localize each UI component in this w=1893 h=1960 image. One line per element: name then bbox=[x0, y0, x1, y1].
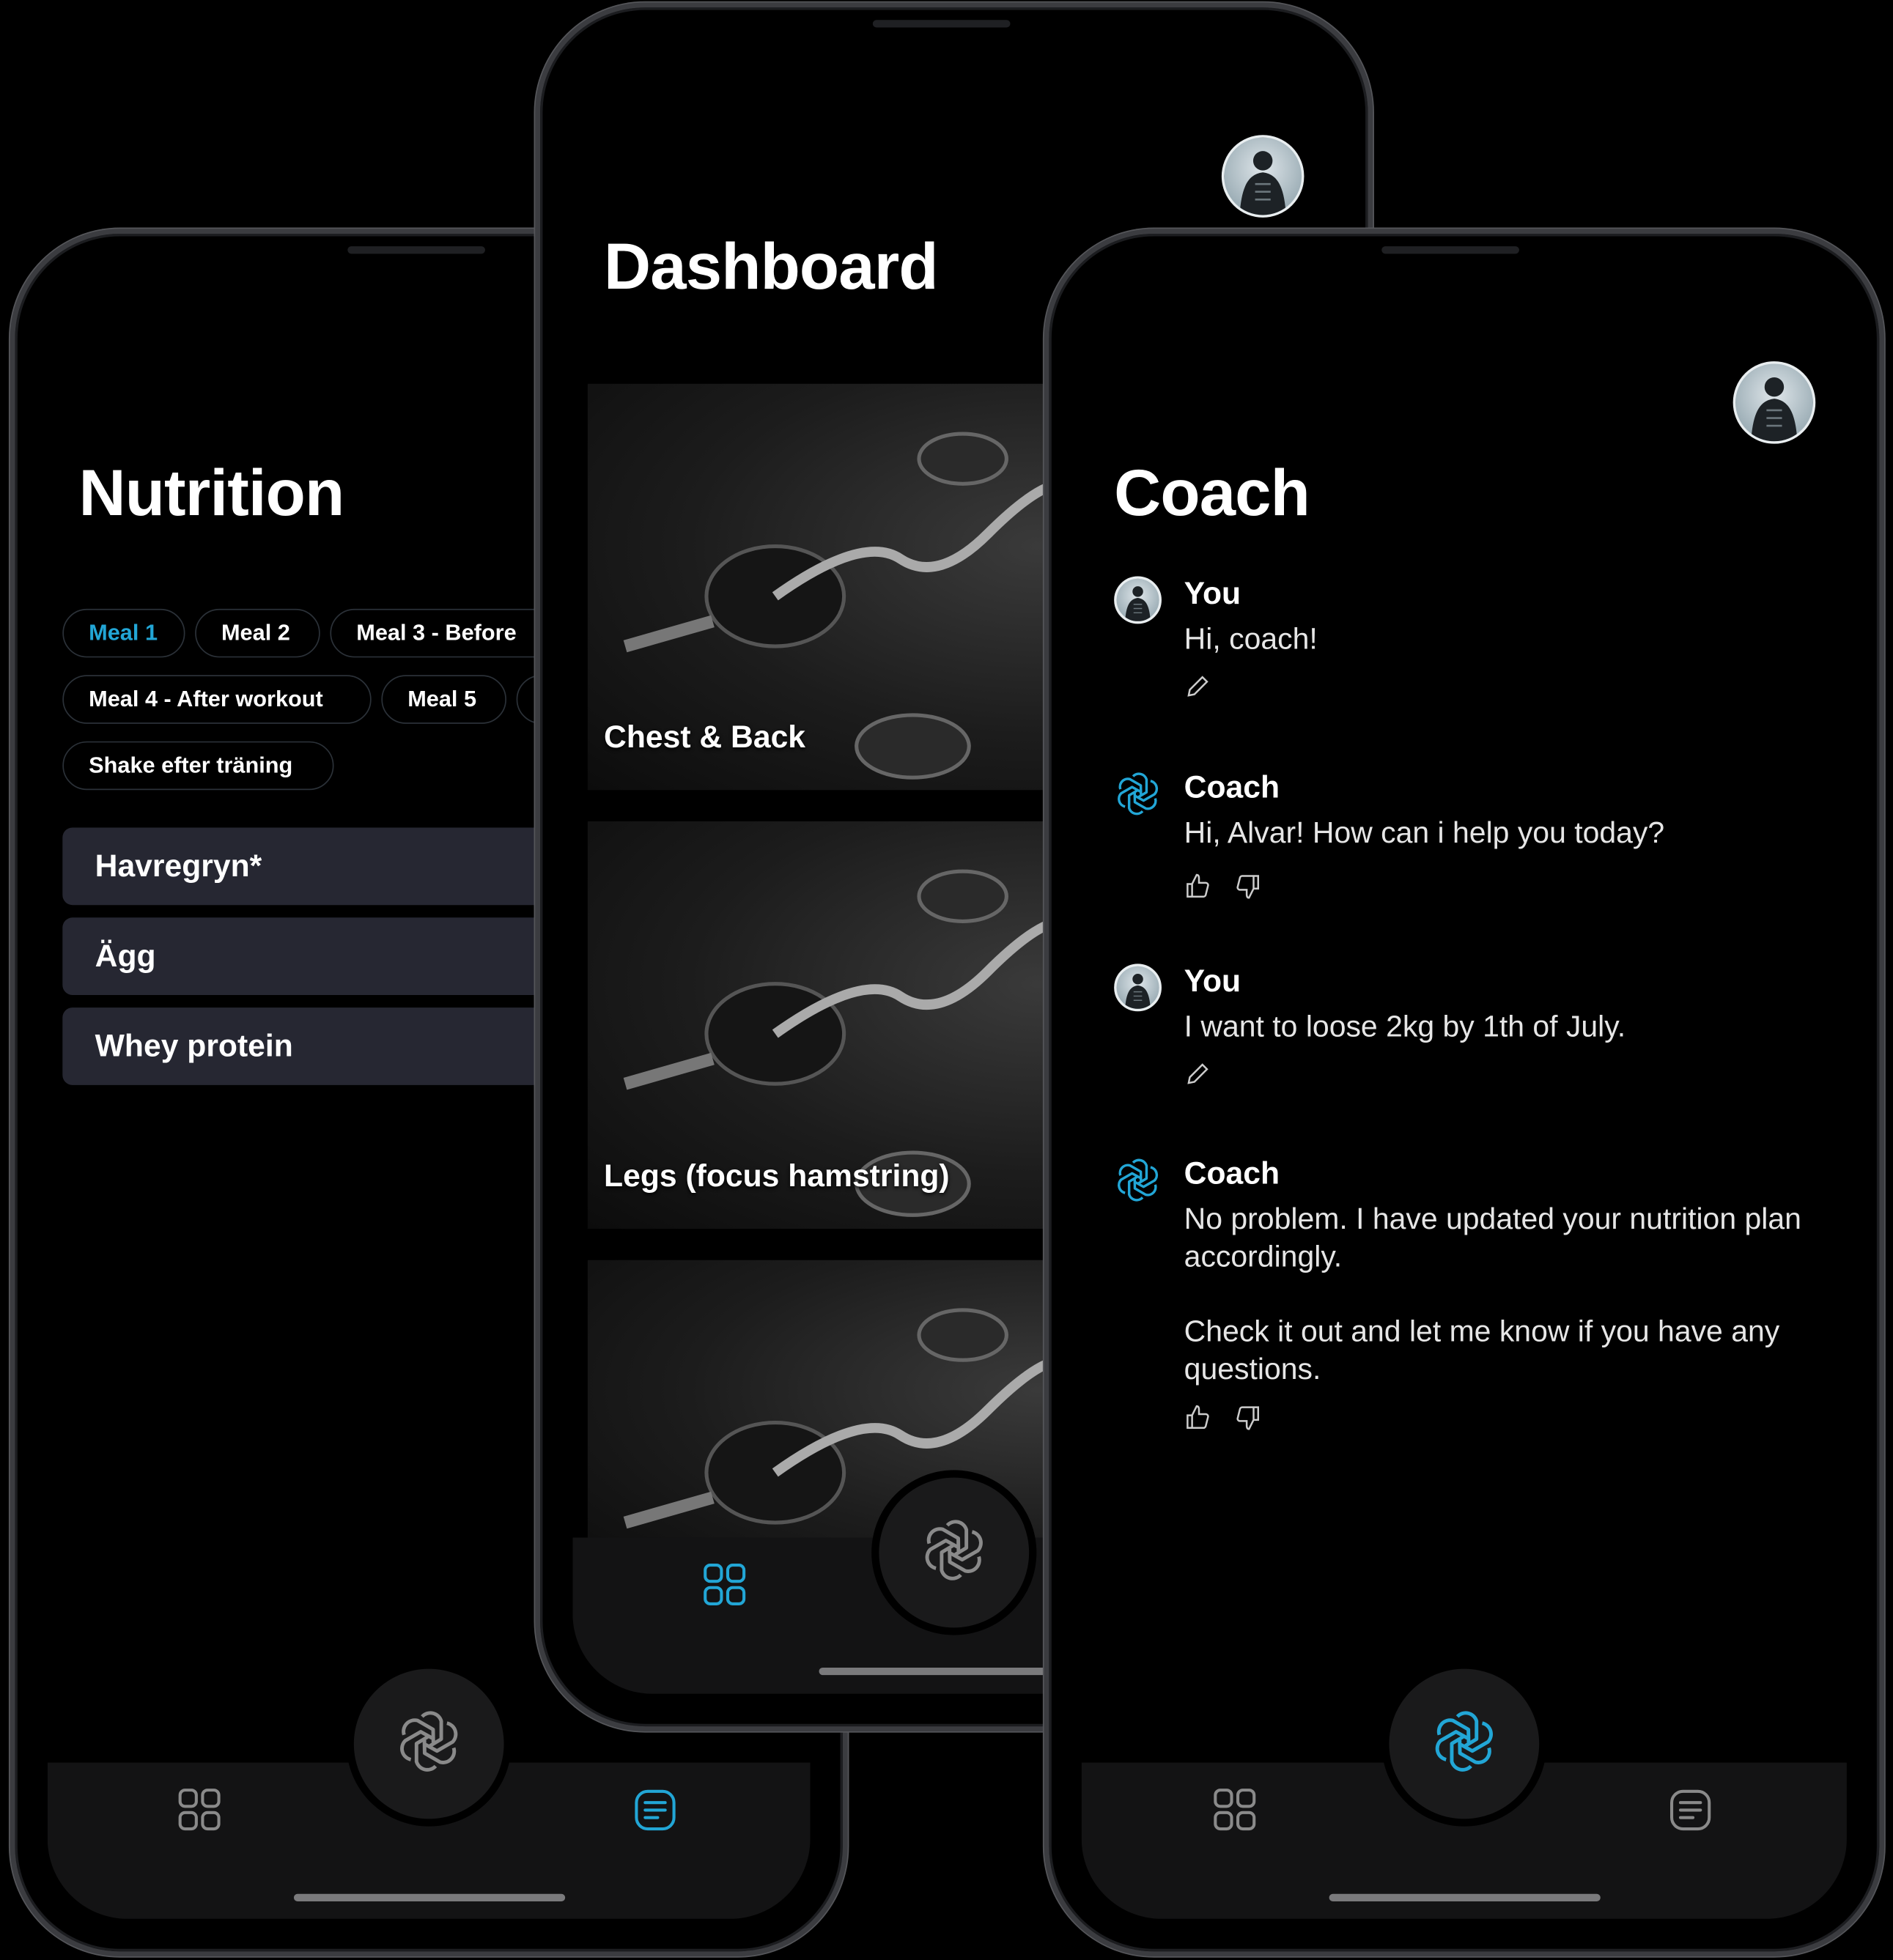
thumbs-up-icon[interactable] bbox=[1184, 1404, 1212, 1438]
meal-chip[interactable]: Meal 1 bbox=[62, 608, 185, 658]
meal-chip[interactable]: Meal 4 - After workout bbox=[62, 675, 372, 724]
user-avatar bbox=[1114, 964, 1162, 1012]
meal-chip[interactable]: Meal 2 bbox=[195, 608, 320, 658]
message-actions bbox=[1184, 1404, 1262, 1438]
message-text: Hi, coach! bbox=[1184, 621, 1822, 659]
workout-title: Chest & Back bbox=[604, 720, 806, 755]
message-text: Hi, Alvar! How can i help you today? bbox=[1184, 815, 1822, 852]
thumbs-down-icon[interactable] bbox=[1234, 1404, 1262, 1438]
sender-name: Coach bbox=[1184, 1156, 1280, 1191]
message-paragraph: I want to loose 2kg by 1th of July. bbox=[1184, 1010, 1626, 1044]
coach-nav-button[interactable] bbox=[353, 1668, 504, 1819]
speaker bbox=[872, 20, 1011, 28]
coach-nav-button[interactable] bbox=[1389, 1668, 1540, 1819]
user-avatar bbox=[1114, 576, 1162, 624]
profile-avatar[interactable] bbox=[1221, 135, 1305, 218]
list-icon[interactable] bbox=[1668, 1788, 1713, 1833]
profile-avatar[interactable] bbox=[1733, 361, 1816, 444]
message-text: No problem. I have updated your nutritio… bbox=[1184, 1202, 1822, 1389]
message-paragraph: Hi, Alvar! How can i help you today? bbox=[1184, 816, 1665, 851]
coach-screen: Coach You Hi, coach! Coach Hi, Alvar! How c… bbox=[1081, 266, 1847, 1919]
grid-icon[interactable] bbox=[177, 1788, 222, 1833]
grid-icon[interactable] bbox=[1213, 1788, 1258, 1833]
coach-nav-button[interactable] bbox=[879, 1477, 1030, 1628]
sender-name: You bbox=[1184, 964, 1241, 999]
thumbs-up-icon[interactable] bbox=[1184, 873, 1212, 906]
openai-logo-icon bbox=[1431, 1707, 1498, 1781]
sender-name: Coach bbox=[1184, 769, 1280, 805]
edit-icon[interactable] bbox=[1184, 673, 1212, 706]
home-indicator bbox=[1329, 1893, 1601, 1901]
message-actions bbox=[1184, 873, 1262, 906]
page-title: Coach bbox=[1114, 457, 1310, 530]
home-indicator bbox=[293, 1893, 566, 1901]
grid-icon[interactable] bbox=[703, 1563, 748, 1608]
page-title: Dashboard bbox=[604, 231, 939, 304]
openai-logo-icon bbox=[1114, 770, 1162, 818]
list-icon[interactable] bbox=[632, 1788, 677, 1833]
openai-logo-icon bbox=[1114, 1156, 1162, 1204]
page-title: Nutrition bbox=[78, 457, 344, 530]
message-actions bbox=[1184, 673, 1212, 706]
thumbs-down-icon[interactable] bbox=[1234, 873, 1262, 906]
sender-name: You bbox=[1184, 576, 1241, 612]
openai-logo-icon bbox=[395, 1707, 462, 1781]
speaker bbox=[1381, 246, 1519, 254]
openai-logo-icon bbox=[920, 1516, 988, 1590]
meal-chip[interactable]: Shake efter träning bbox=[62, 741, 334, 791]
message-paragraph: Hi, coach! bbox=[1184, 622, 1318, 657]
speaker bbox=[347, 246, 485, 254]
coach-phone: Coach You Hi, coach! Coach Hi, Alvar! How c… bbox=[1044, 229, 1885, 1957]
message-text: I want to loose 2kg by 1th of July. bbox=[1184, 1009, 1822, 1046]
message-actions bbox=[1184, 1060, 1212, 1094]
message-paragraph: Check it out and let me know if you have… bbox=[1184, 1314, 1780, 1387]
message-paragraph: No problem. I have updated your nutritio… bbox=[1184, 1202, 1801, 1274]
workout-title: Legs (focus hamstring) bbox=[604, 1158, 950, 1194]
meal-chip[interactable]: Meal 5 bbox=[381, 675, 506, 724]
edit-icon[interactable] bbox=[1184, 1060, 1212, 1094]
